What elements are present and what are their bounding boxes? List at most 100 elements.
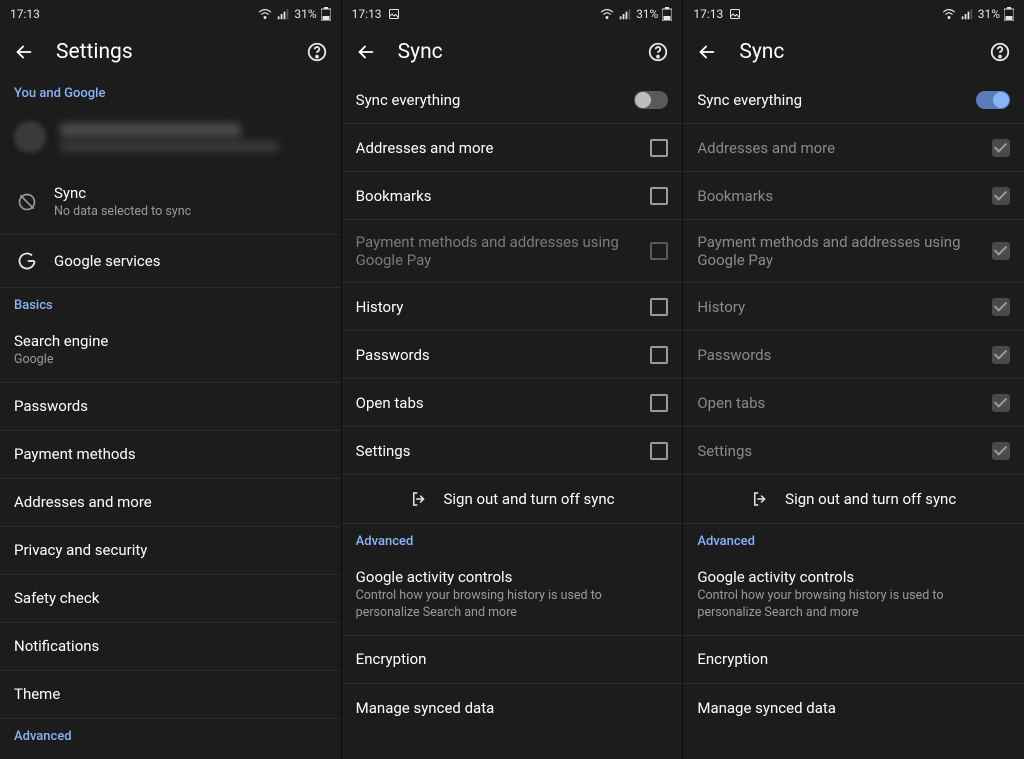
settings-checkbox[interactable] xyxy=(992,442,1010,460)
passwords-row[interactable]: Passwords xyxy=(683,331,1024,379)
back-button[interactable] xyxy=(691,36,723,68)
settings-panel: 17:13 31% Settings You and Google xyxy=(0,0,341,759)
payment-gpay-checkbox[interactable] xyxy=(650,242,668,260)
sign-out-label: Sign out and turn off sync xyxy=(444,490,615,508)
sync-row[interactable]: Sync No data selected to sync xyxy=(0,171,341,235)
history-checkbox[interactable] xyxy=(992,298,1010,316)
encryption-row[interactable]: Encryption xyxy=(342,636,683,684)
manage-synced-row[interactable]: Manage synced data xyxy=(683,684,1024,732)
sync-everything-label: Sync everything xyxy=(356,91,621,109)
bookmarks-label: Bookmarks xyxy=(356,187,637,205)
wifi-icon xyxy=(942,7,956,21)
payment-methods-label: Payment methods xyxy=(14,445,327,463)
history-checkbox[interactable] xyxy=(650,298,668,316)
account-text-blurred xyxy=(60,123,327,152)
search-engine-row[interactable]: Search engine Google xyxy=(0,319,341,383)
payment-gpay-row[interactable]: Payment methods and addresses using Goog… xyxy=(342,220,683,283)
history-label: History xyxy=(356,298,637,316)
status-battery-text: 31% xyxy=(636,7,658,21)
manage-synced-label: Manage synced data xyxy=(356,699,669,717)
privacy-row[interactable]: Privacy and security xyxy=(0,527,341,575)
settings-content: You and Google Sync No data selected to … xyxy=(0,76,341,759)
settings-checkbox[interactable] xyxy=(650,442,668,460)
passwords-checkbox[interactable] xyxy=(992,346,1010,364)
search-engine-title: Search engine xyxy=(14,332,327,350)
safety-check-row[interactable]: Safety check xyxy=(0,575,341,623)
open-tabs-row[interactable]: Open tabs xyxy=(683,379,1024,427)
encryption-label: Encryption xyxy=(356,650,669,668)
help-button[interactable] xyxy=(301,36,333,68)
open-tabs-checkbox[interactable] xyxy=(650,394,668,412)
search-engine-sub: Google xyxy=(14,352,327,369)
manage-synced-row[interactable]: Manage synced data xyxy=(342,684,683,732)
open-tabs-checkbox[interactable] xyxy=(992,394,1010,412)
addresses-row[interactable]: Addresses and more xyxy=(683,124,1024,172)
signout-icon xyxy=(410,490,428,508)
payment-methods-row[interactable]: Payment methods xyxy=(0,431,341,479)
addresses-label: Addresses and more xyxy=(697,139,978,157)
google-activity-row[interactable]: Google activity controls Control how you… xyxy=(342,555,683,636)
addresses-row[interactable]: Addresses and more xyxy=(342,124,683,172)
passwords-label: Passwords xyxy=(14,397,327,415)
help-icon xyxy=(647,41,669,63)
theme-row[interactable]: Theme xyxy=(0,671,341,719)
addresses-checkbox[interactable] xyxy=(992,139,1010,157)
theme-label: Theme xyxy=(14,685,327,703)
section-advanced: Advanced xyxy=(683,524,1024,555)
back-button[interactable] xyxy=(8,36,40,68)
google-g-icon xyxy=(14,248,40,274)
encryption-row[interactable]: Encryption xyxy=(683,636,1024,684)
notifications-row[interactable]: Notifications xyxy=(0,623,341,671)
addresses-row[interactable]: Addresses and more xyxy=(0,479,341,527)
back-button[interactable] xyxy=(350,36,382,68)
arrow-left-icon xyxy=(696,41,718,63)
open-tabs-row[interactable]: Open tabs xyxy=(342,379,683,427)
addresses-label: Addresses and more xyxy=(356,139,637,157)
battery-icon xyxy=(321,7,331,21)
sign-out-row[interactable]: Sign out and turn off sync xyxy=(683,475,1024,524)
help-button[interactable] xyxy=(642,36,674,68)
settings-row[interactable]: Settings xyxy=(342,427,683,475)
bookmarks-row[interactable]: Bookmarks xyxy=(683,172,1024,220)
sync-off-icon xyxy=(14,189,40,215)
sync-content: Sync everything Addresses and more Bookm… xyxy=(683,76,1024,759)
bookmarks-checkbox[interactable] xyxy=(992,187,1010,205)
history-row[interactable]: History xyxy=(342,283,683,331)
status-left: 17:13 xyxy=(693,7,741,21)
bookmarks-checkbox[interactable] xyxy=(650,187,668,205)
google-activity-sub: Control how your browsing history is use… xyxy=(697,588,1010,622)
sync-everything-toggle[interactable] xyxy=(634,91,668,109)
google-activity-title: Google activity controls xyxy=(697,568,1010,586)
passwords-checkbox[interactable] xyxy=(650,346,668,364)
section-advanced: Advanced xyxy=(0,719,341,750)
payment-gpay-checkbox[interactable] xyxy=(992,242,1010,260)
status-bar: 17:13 31% xyxy=(342,0,683,28)
help-button[interactable] xyxy=(984,36,1016,68)
manage-synced-label: Manage synced data xyxy=(697,699,1010,717)
sync-everything-label: Sync everything xyxy=(697,91,962,109)
image-notif-icon xyxy=(729,8,741,20)
title-bar: Sync xyxy=(683,28,1024,76)
sync-everything-toggle[interactable] xyxy=(976,91,1010,109)
bookmarks-row[interactable]: Bookmarks xyxy=(342,172,683,220)
status-battery-text: 31% xyxy=(978,7,1000,21)
google-activity-title: Google activity controls xyxy=(356,568,669,586)
sync-everything-row[interactable]: Sync everything xyxy=(683,76,1024,124)
sync-everything-row[interactable]: Sync everything xyxy=(342,76,683,124)
open-tabs-label: Open tabs xyxy=(697,394,978,412)
google-services-row[interactable]: Google services xyxy=(0,235,341,288)
image-notif-icon xyxy=(388,8,400,20)
passwords-row[interactable]: Passwords xyxy=(0,383,341,431)
google-activity-row[interactable]: Google activity controls Control how you… xyxy=(683,555,1024,636)
settings-row[interactable]: Settings xyxy=(683,427,1024,475)
addresses-checkbox[interactable] xyxy=(650,139,668,157)
history-row[interactable]: History xyxy=(683,283,1024,331)
account-row[interactable] xyxy=(0,107,341,171)
page-title: Sync xyxy=(739,40,968,64)
sign-out-row[interactable]: Sign out and turn off sync xyxy=(342,475,683,524)
arrow-left-icon xyxy=(355,41,377,63)
addresses-label: Addresses and more xyxy=(14,493,327,511)
payment-gpay-label: Payment methods and addresses using Goog… xyxy=(697,233,978,269)
payment-gpay-row[interactable]: Payment methods and addresses using Goog… xyxy=(683,220,1024,283)
passwords-row[interactable]: Passwords xyxy=(342,331,683,379)
